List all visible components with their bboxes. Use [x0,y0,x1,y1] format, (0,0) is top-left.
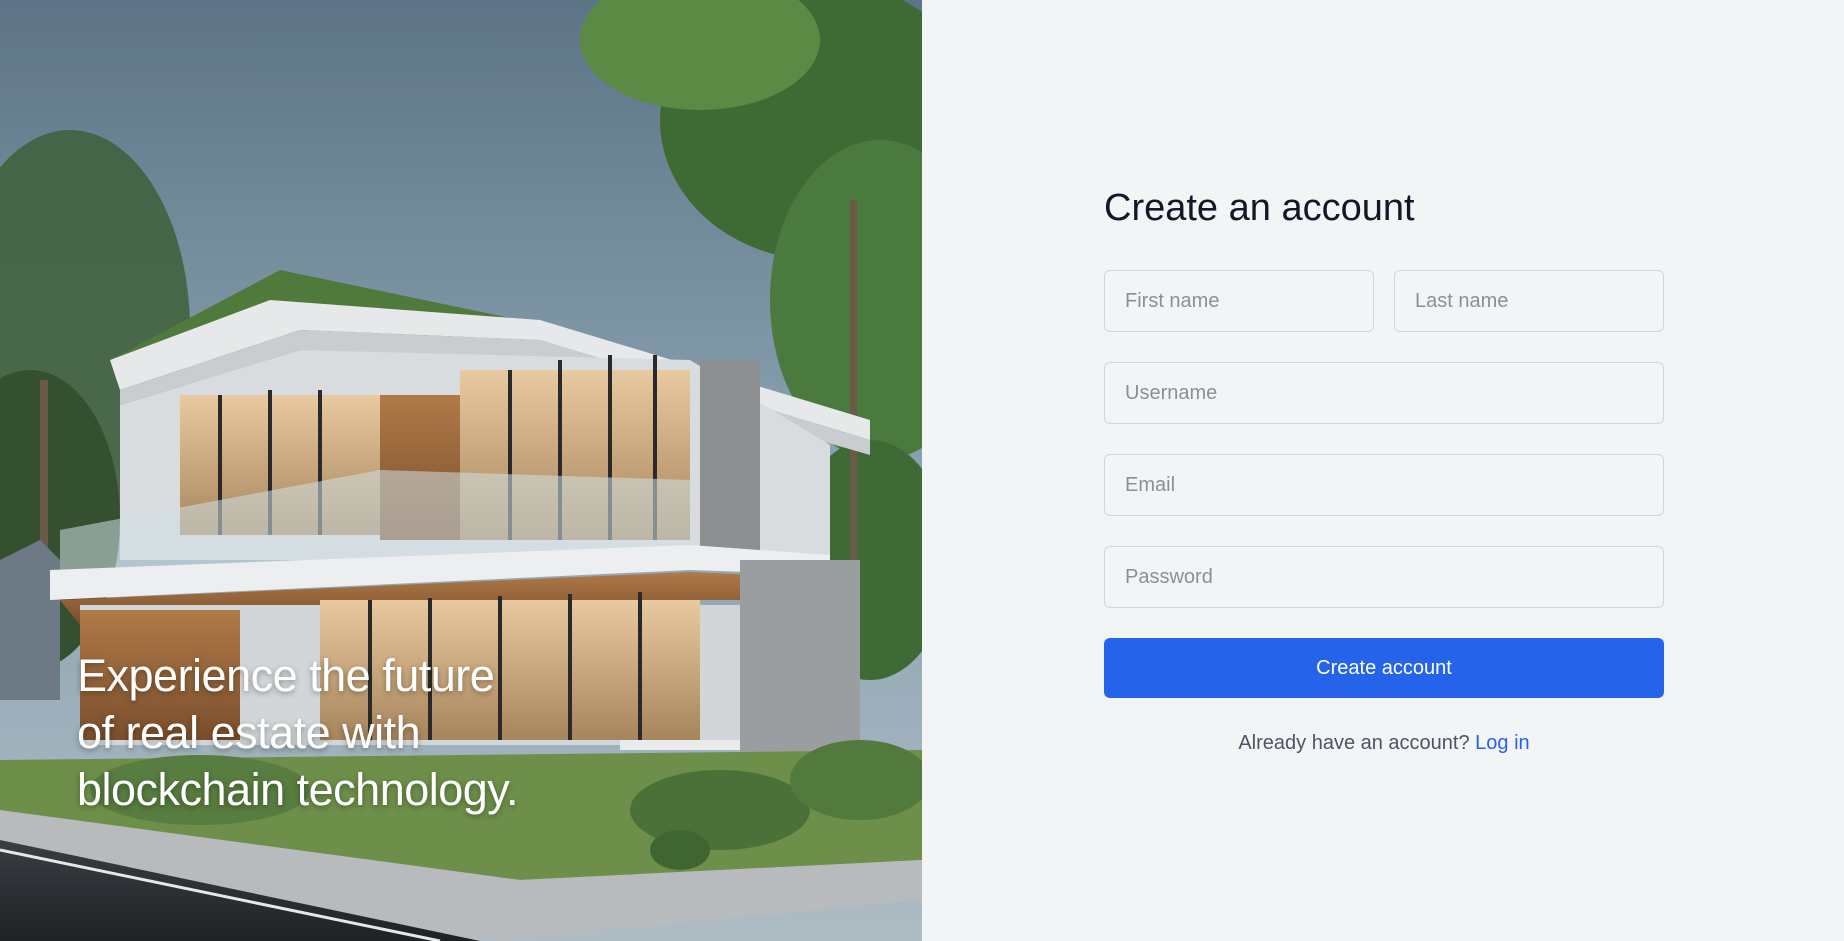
create-account-button[interactable]: Create account [1104,638,1664,698]
hero-tagline-line-1: Experience the future [77,650,495,701]
hero-image-panel: Experience the future of real estate wit… [0,0,922,941]
login-link[interactable]: Log in [1475,732,1530,754]
signup-panel: Create an account Create account Already… [922,0,1844,941]
page-title: Create an account [1104,187,1415,229]
login-prompt: Already have an account? Log in [1104,732,1664,755]
name-row [1104,270,1664,332]
signup-form: Create an account Create account Already… [1104,182,1664,755]
hero-tagline-line-2: of real estate with [77,707,421,758]
hero-tagline: Experience the future of real estate wit… [77,647,637,818]
first-name-input[interactable] [1104,270,1374,332]
login-prompt-text: Already have an account? [1238,732,1470,754]
last-name-input[interactable] [1394,270,1664,332]
username-input[interactable] [1104,362,1664,424]
email-input[interactable] [1104,454,1664,516]
password-input[interactable] [1104,546,1664,608]
hero-tagline-line-3: blockchain technology. [77,764,518,815]
